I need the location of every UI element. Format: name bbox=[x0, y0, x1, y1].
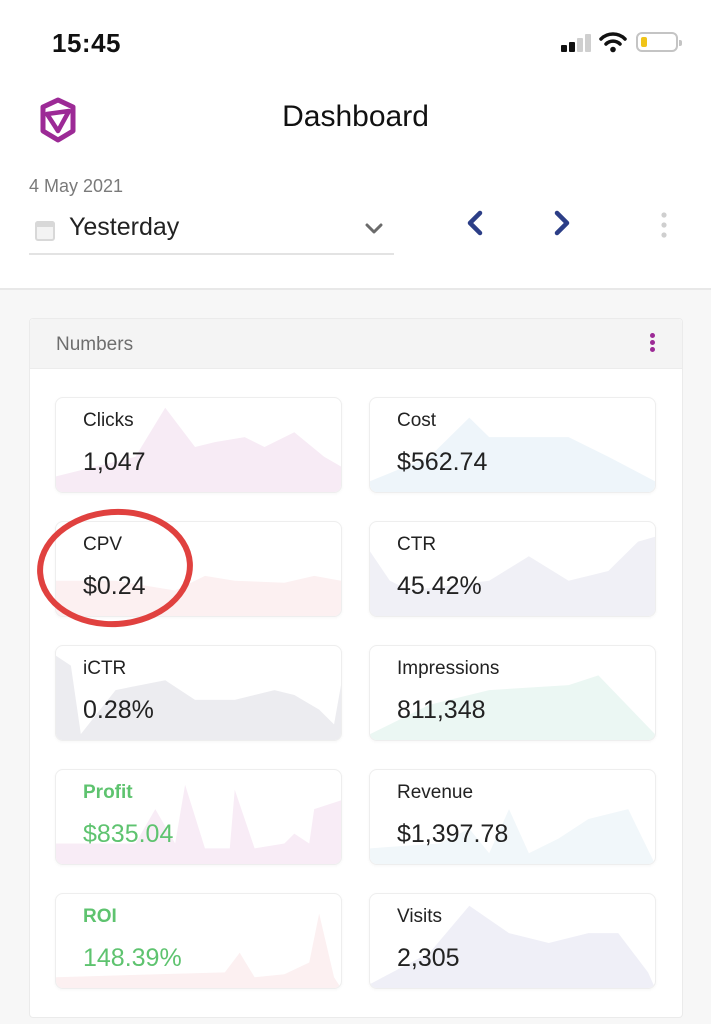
metric-label: Impressions bbox=[397, 658, 500, 679]
next-period-button[interactable] bbox=[544, 203, 580, 243]
status-bar: 15:45 bbox=[0, 0, 711, 80]
metric-card-ctr[interactable]: CTR 45.42% bbox=[369, 521, 656, 617]
status-time: 15:45 bbox=[52, 28, 121, 58]
metric-label: iCTR bbox=[83, 658, 127, 679]
metric-card-roi[interactable]: ROI 148.39% bbox=[55, 893, 342, 989]
metric-value: 2,305 bbox=[397, 944, 460, 972]
dot bbox=[649, 340, 655, 345]
metric-value: 0.28% bbox=[83, 696, 154, 724]
chevron-down-icon bbox=[365, 223, 383, 234]
battery-level bbox=[641, 37, 647, 47]
metric-card-ictr[interactable]: iCTR 0.28% bbox=[55, 645, 342, 741]
battery-nub bbox=[679, 40, 682, 46]
dot bbox=[649, 347, 655, 352]
metric-label: CTR bbox=[397, 534, 437, 555]
metric-card-revenue[interactable]: Revenue $1,397.78 bbox=[369, 769, 656, 865]
metric-card-impressions[interactable]: Impressions 811,348 bbox=[369, 645, 656, 741]
wifi-icon bbox=[599, 32, 627, 53]
dot bbox=[649, 333, 655, 338]
page-title: Dashboard bbox=[282, 100, 429, 133]
metric-label: ROI bbox=[83, 906, 117, 927]
previous-period-button[interactable] bbox=[458, 203, 494, 243]
panel-more-button[interactable] bbox=[644, 331, 660, 359]
metric-label: CPV bbox=[83, 534, 123, 555]
metric-value: 45.42% bbox=[397, 572, 482, 600]
period-value: Yesterday bbox=[69, 213, 180, 241]
metric-value: 1,047 bbox=[83, 448, 146, 476]
period-select[interactable]: Yesterday bbox=[29, 205, 394, 255]
metric-card-cpv[interactable]: CPV $0.24 bbox=[55, 521, 342, 617]
date-label: 4 May 2021 bbox=[29, 176, 124, 196]
metric-value: $0.24 bbox=[83, 572, 146, 600]
metric-value: $562.74 bbox=[397, 448, 488, 476]
metric-value: 811,348 bbox=[397, 696, 486, 724]
metric-card-visits[interactable]: Visits 2,305 bbox=[369, 893, 656, 989]
metric-label: Profit bbox=[83, 782, 133, 803]
metric-card-cost[interactable]: Cost $562.74 bbox=[369, 397, 656, 493]
metric-value: $1,397.78 bbox=[397, 820, 509, 848]
metric-label: Clicks bbox=[83, 410, 134, 431]
metric-label: Visits bbox=[397, 906, 443, 927]
main-content: Numbers Clicks 1,047 Cost $562.74 CPV $0.24 CT… bbox=[0, 288, 711, 1024]
panel-header: Numbers bbox=[30, 319, 682, 369]
battery-low-icon bbox=[636, 32, 682, 52]
metric-label: Revenue bbox=[397, 782, 474, 803]
more-options-button[interactable] bbox=[650, 207, 678, 243]
metric-card-profit[interactable]: Profit $835.04 bbox=[55, 769, 342, 865]
metric-value: $835.04 bbox=[83, 820, 174, 848]
panel-title: Numbers bbox=[56, 334, 134, 355]
calendar-icon bbox=[35, 221, 55, 241]
metric-card-clicks[interactable]: Clicks 1,047 bbox=[55, 397, 342, 493]
cellular-signal-icon bbox=[561, 34, 593, 52]
numbers-panel: Numbers Clicks 1,047 Cost $562.74 CPV $0.24 CT… bbox=[29, 318, 683, 1018]
metric-value: 148.39% bbox=[83, 944, 182, 972]
metric-label: Cost bbox=[397, 410, 437, 431]
